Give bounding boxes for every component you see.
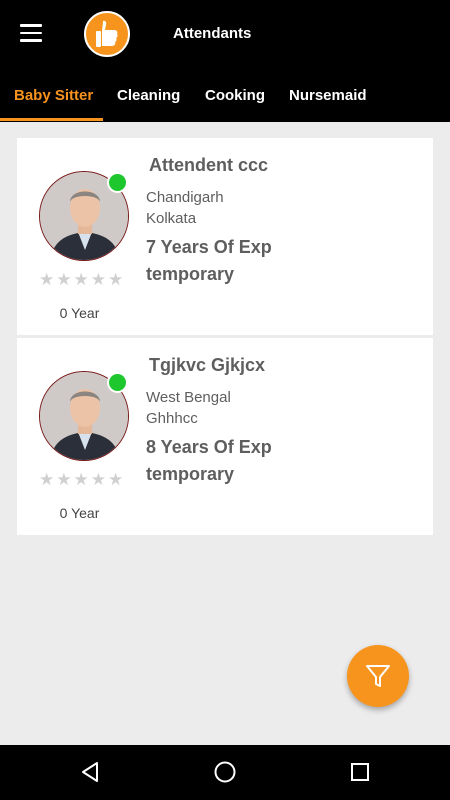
attendant-name: Attendent ccc: [149, 155, 269, 175]
experience-label: 8 Years Of Exp: [146, 437, 272, 457]
filter-icon: [366, 665, 390, 687]
home-circle-icon[interactable]: [213, 760, 237, 784]
location-line-2: Kolkata: [146, 210, 197, 227]
location-line-1: Chandigarh: [146, 189, 224, 206]
tab-cooking[interactable]: Cooking: [205, 70, 265, 122]
tab-nursemaid[interactable]: Nursemaid: [289, 70, 367, 122]
system-navigation-bar: [0, 745, 450, 800]
tab-cleaning[interactable]: Cleaning: [117, 70, 180, 122]
star-icon: ★: [108, 270, 124, 289]
recents-square-icon[interactable]: [348, 760, 372, 784]
app-title: Attendants: [173, 25, 252, 42]
star-icon: ★: [39, 470, 55, 489]
star-icon: ★: [90, 470, 106, 489]
active-tab-indicator: [0, 118, 103, 121]
employment-type: temporary: [146, 264, 235, 284]
attendant-card[interactable]: ★ ★ ★ ★ ★ 0 Year Attendent ccc Chandigar…: [17, 138, 433, 335]
attendant-name: Tgjkvc Gjkjcx: [149, 355, 266, 375]
app-bar: Attendants: [0, 0, 450, 70]
experience-label: 7 Years Of Exp: [146, 237, 272, 257]
menu-icon[interactable]: [20, 24, 42, 42]
attendant-card[interactable]: ★ ★ ★ ★ ★ 0 Year Tgjkvc Gjkjcx West Beng…: [17, 338, 433, 535]
years-label: 0 Year: [59, 305, 100, 321]
star-icon: ★: [56, 470, 72, 489]
tab-baby-sitter[interactable]: Baby Sitter: [14, 70, 93, 122]
employment-type: temporary: [146, 464, 235, 484]
filter-button[interactable]: [347, 645, 409, 707]
star-icon: ★: [39, 270, 55, 289]
thumbs-up-icon: [84, 11, 130, 57]
online-status-dot: [107, 372, 128, 393]
location-line-2: Ghhhcc: [146, 410, 198, 427]
star-icon: ★: [73, 470, 89, 489]
years-label: 0 Year: [59, 505, 100, 521]
star-icon: ★: [56, 270, 72, 289]
back-triangle-icon[interactable]: [78, 760, 102, 784]
online-status-dot: [107, 172, 128, 193]
location-line-1: West Bengal: [146, 389, 231, 406]
category-tabs: Baby Sitter Cleaning Cooking Nursemaid: [0, 70, 450, 122]
star-icon: ★: [73, 270, 89, 289]
star-icon: ★: [108, 470, 124, 489]
rating-stars: ★ ★ ★ ★ ★: [39, 271, 123, 289]
star-icon: ★: [90, 270, 106, 289]
rating-stars: ★ ★ ★ ★ ★: [39, 471, 123, 489]
